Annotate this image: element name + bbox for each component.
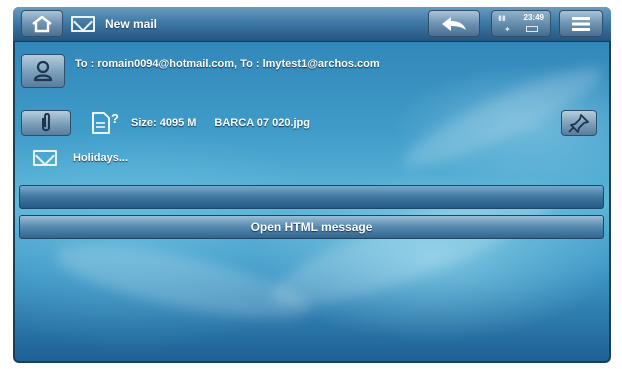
status-indicators: ▮▮ 23:49 ✦ (491, 10, 551, 37)
contact-icon (33, 60, 53, 82)
pin-button[interactable] (561, 110, 597, 136)
page-title: New mail (105, 17, 158, 31)
top-bar: New mail ▮▮ 23:49 ✦ (13, 7, 611, 42)
device-screen: New mail ▮▮ 23:49 ✦ To: romain0094@hotm… (13, 7, 611, 363)
subject-text: Holidays... (73, 152, 129, 164)
clock: 23:49 (523, 13, 544, 22)
background-streak (50, 230, 316, 334)
menu-icon (572, 16, 590, 31)
attachment-filename: BARCA 07 020.jpg (214, 117, 310, 129)
attachment-button[interactable] (21, 110, 71, 136)
unknown-file-icon: ? (92, 111, 119, 134)
open-html-message-button[interactable]: Open HTML message (19, 215, 604, 239)
back-arrow-icon (442, 16, 466, 31)
subject-row: Holidays... (13, 150, 611, 166)
paperclip-icon (42, 113, 50, 132)
home-icon (32, 15, 52, 32)
attachment-size: Size: 4095 M (131, 117, 197, 129)
svg-text:?: ? (111, 111, 119, 126)
wifi-icon: ✦ (504, 25, 511, 34)
open-html-message-label: Open HTML message (250, 220, 373, 234)
message-body-bar[interactable] (19, 185, 604, 209)
attachment-row: ? Size: 4095 M BARCA 07 020.jpg (13, 110, 611, 136)
envelope-icon (71, 16, 95, 32)
window-title: New mail (71, 12, 157, 36)
menu-button[interactable] (559, 10, 603, 37)
signal-icon: ▮▮ (498, 15, 506, 22)
pin-icon (568, 114, 589, 133)
recipients-text: To : romain0094@hotmail.com, To : lmytes… (75, 58, 380, 70)
battery-icon (526, 26, 538, 32)
envelope-icon (33, 150, 57, 166)
back-button[interactable] (428, 10, 480, 37)
home-button[interactable] (21, 10, 63, 37)
contacts-button[interactable] (21, 54, 65, 88)
recipients-row: To : romain0094@hotmail.com, To : lmytes… (13, 54, 611, 88)
